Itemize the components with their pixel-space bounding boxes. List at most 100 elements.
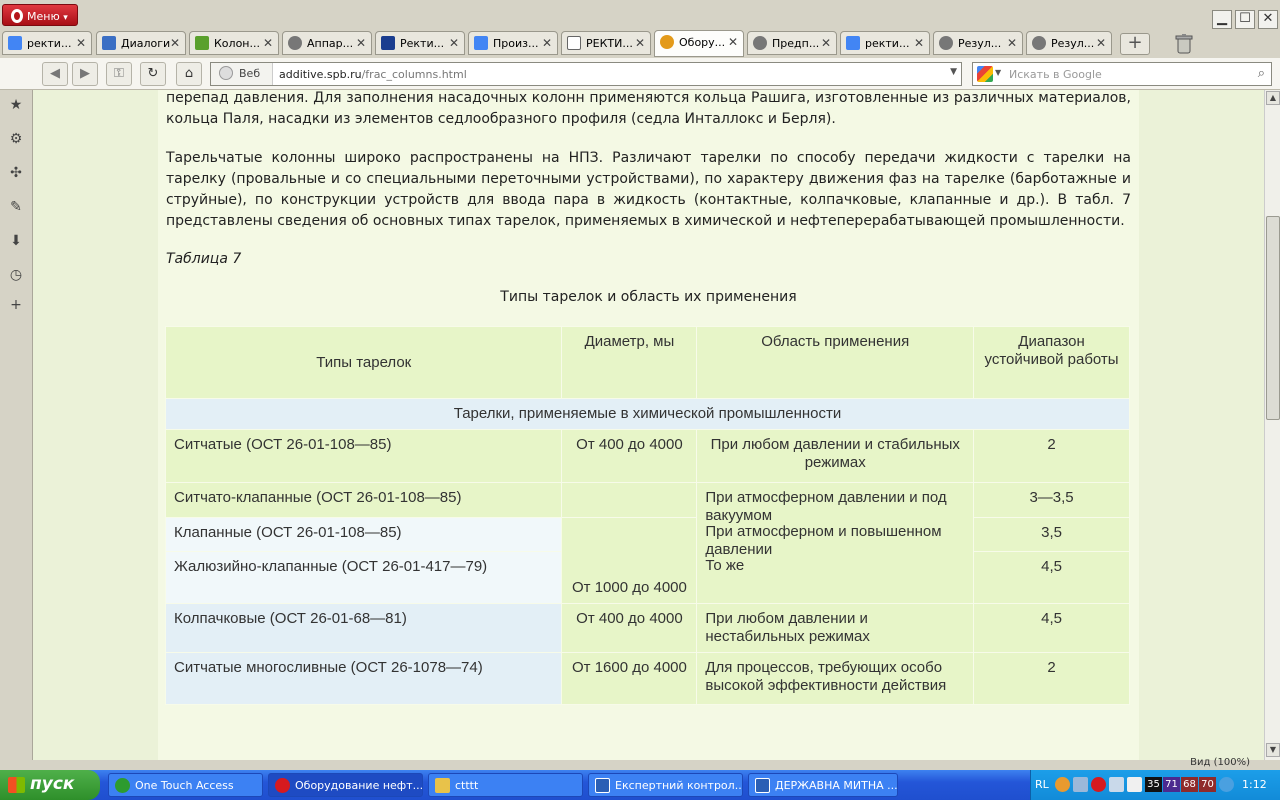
row-area: Для процессов, требующих особо высокой э… — [696, 652, 975, 705]
google-icon[interactable] — [977, 66, 993, 82]
search-icon[interactable]: ⌕ — [1258, 66, 1265, 81]
tray-counter[interactable]: 35 — [1145, 777, 1162, 792]
scroll-down-button[interactable]: ▼ — [1266, 743, 1280, 757]
search-input[interactable]: Искать в Google — [1009, 68, 1102, 81]
task-folder[interactable]: ctttt — [428, 773, 583, 797]
tab-close-icon[interactable]: ✕ — [170, 36, 180, 50]
language-indicator[interactable]: RL — [1035, 778, 1049, 791]
tab-close-icon[interactable]: ✕ — [635, 36, 645, 50]
scroll-up-button[interactable]: ▲ — [1266, 91, 1280, 105]
address-bar[interactable]: Веб additive.spb.ru/frac_columns.html ▼ — [210, 62, 962, 86]
tab-7[interactable]: РЕКТИ... ✕ — [561, 31, 651, 55]
row-type: Ситчатые многосливные (ОСТ 26-1078—74) — [164, 652, 563, 705]
downloads-icon[interactable]: ⬇ — [7, 232, 25, 250]
reload-button[interactable]: ↻ — [140, 62, 166, 86]
address-url[interactable]: additive.spb.ru/frac_columns.html — [279, 68, 467, 81]
trash-icon[interactable] — [1174, 33, 1194, 55]
bookmarks-icon[interactable]: ★ — [7, 96, 25, 114]
gear-site-icon — [660, 35, 674, 49]
scroll-thumb[interactable] — [1266, 216, 1280, 420]
taskbar: пуск One Touch Access Оборудование нефт.… — [0, 770, 1280, 800]
vertical-scrollbar[interactable]: ▲ ▼ — [1264, 90, 1280, 760]
row-area: При атмосферном и повышенном давлении — [705, 523, 942, 558]
home-button[interactable]: ⌂ — [176, 62, 202, 86]
tab-close-icon[interactable]: ✕ — [1007, 36, 1017, 50]
tab-close-icon[interactable]: ✕ — [728, 35, 738, 49]
row-range: 3—3,5 — [973, 482, 1130, 518]
row-type: Колпачковые (ОСТ 26-01-68—81) — [164, 603, 563, 653]
tray-counter[interactable]: 70 — [1199, 777, 1216, 792]
tab-bar: ректи... ✕ Диалоги ✕ Колон... ✕ Аппар... ✕ Р… — [0, 30, 1280, 58]
start-button[interactable]: пуск — [0, 770, 100, 800]
tray-counter[interactable]: 68 — [1181, 777, 1198, 792]
tab-close-icon[interactable]: ✕ — [821, 36, 831, 50]
tab-close-icon[interactable]: ✕ — [542, 36, 552, 50]
usb-icon[interactable] — [1127, 777, 1142, 792]
task-opera-browser[interactable]: Оборудование нефт... — [268, 773, 423, 797]
row-range: 4,5 — [973, 603, 1130, 653]
forward-button[interactable]: ▶ — [72, 62, 98, 86]
google-icon — [8, 36, 22, 50]
tab-5[interactable]: Ректи... ✕ — [375, 31, 465, 55]
tab-12[interactable]: Резул... ✕ — [1026, 31, 1112, 55]
task-one-touch-access[interactable]: One Touch Access — [108, 773, 263, 797]
speech-bubble-icon — [102, 36, 116, 50]
arrow-icon[interactable] — [1055, 777, 1070, 792]
tray-counter[interactable]: 71 — [1163, 777, 1180, 792]
tab-close-icon[interactable]: ✕ — [1096, 36, 1106, 50]
opera-menu-button[interactable]: Меню ▾ — [2, 4, 78, 26]
opera-icon[interactable] — [1091, 777, 1106, 792]
minimize-button[interactable]: ▁ — [1212, 10, 1232, 29]
task-word-doc-1[interactable]: Експертний контрол... — [588, 773, 743, 797]
wifi-icon[interactable] — [1109, 777, 1124, 792]
plates-table: Типы тарелок Диаметр, мы Область примене… — [164, 326, 1130, 705]
tab-close-icon[interactable]: ✕ — [263, 36, 273, 50]
globe-icon[interactable] — [1219, 777, 1234, 792]
task-word-doc-2[interactable]: ДЕРЖАВНА МИТНА ... — [748, 773, 898, 797]
table-title: Типы тарелок и область их применения — [500, 289, 797, 305]
opera-logo-icon — [11, 9, 23, 23]
add-panel-icon[interactable]: + — [7, 296, 25, 314]
history-icon[interactable]: ◷ — [7, 266, 25, 284]
article: перепад давления. Для заполнения насадоч… — [158, 90, 1139, 760]
back-button[interactable]: ◀ — [42, 62, 68, 86]
chevron-down-icon[interactable]: ▼ — [995, 68, 1001, 77]
new-tab-button[interactable]: + — [1120, 33, 1150, 55]
tab-close-icon[interactable]: ✕ — [76, 36, 86, 50]
tab-9[interactable]: Предп... ✕ — [747, 31, 837, 55]
row-range: 4,5 — [973, 551, 1130, 604]
row-range: 2 — [973, 652, 1130, 705]
table-row: Ситчатые многосливные (ОСТ 26-1078—74) О… — [164, 652, 1130, 705]
tab-close-icon[interactable]: ✕ — [914, 36, 924, 50]
tab-8-active[interactable]: Обору... ✕ — [654, 30, 744, 57]
notes-icon[interactable]: ✎ — [7, 198, 25, 216]
globe-icon — [753, 36, 767, 50]
web-badge[interactable]: Веб — [211, 63, 273, 85]
table-header-row: Типы тарелок Диаметр, мы Область примене… — [164, 326, 1130, 399]
search-box[interactable]: ▼ Искать в Google ⌕ — [972, 62, 1272, 86]
tab-11[interactable]: Резул... ✕ — [933, 31, 1023, 55]
tab-4[interactable]: Аппар... ✕ — [282, 31, 372, 55]
tab-1[interactable]: ректи... ✕ — [2, 31, 92, 55]
row-type: Ситчато-клапанные (ОСТ 26-01-108—85) — [164, 482, 563, 518]
wand-key-button[interactable]: ⚿ — [106, 62, 132, 86]
tab-10[interactable]: ректи... ✕ — [840, 31, 930, 55]
row-diameter: От 1600 до 4000 — [561, 652, 698, 705]
windows-flag-icon — [8, 777, 25, 793]
unite-icon[interactable]: ✣ — [7, 164, 25, 182]
zoom-level[interactable]: Вид (100%) — [1190, 757, 1250, 768]
widgets-icon[interactable]: ⚙ — [7, 130, 25, 148]
document-icon — [567, 36, 581, 50]
row-range: 3,5 — [973, 517, 1130, 552]
maximize-button[interactable]: ☐ — [1235, 10, 1255, 29]
tab-2[interactable]: Диалоги ✕ — [96, 31, 186, 55]
tab-close-icon[interactable]: ✕ — [449, 36, 459, 50]
close-window-button[interactable]: ✕ — [1258, 10, 1278, 29]
tab-6[interactable]: Произ... ✕ — [468, 31, 558, 55]
tab-close-icon[interactable]: ✕ — [356, 36, 366, 50]
row-diameter: От 400 до 4000 — [561, 603, 698, 653]
address-dropdown-icon[interactable]: ▼ — [950, 67, 957, 77]
tab-3[interactable]: Колон... ✕ — [189, 31, 279, 55]
word-icon — [595, 778, 610, 793]
network-icon[interactable] — [1073, 777, 1088, 792]
